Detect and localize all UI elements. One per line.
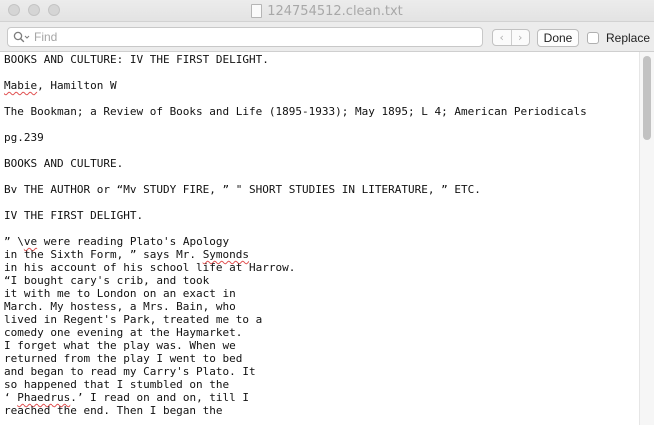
text-line: comedy one evening at the Haymarket. — [4, 326, 243, 339]
text-line: ‘ Phaedrus.’ I read on and on, till I — [4, 391, 249, 404]
find-previous-button[interactable]: ‹ — [493, 30, 511, 45]
title-wrapper: 124754512.clean.txt — [0, 0, 654, 22]
misspelled-word: Mabie — [4, 79, 38, 92]
search-field[interactable] — [7, 27, 483, 47]
text-segment: .’ I read on and on, till I — [70, 391, 250, 404]
replace-label: Replace — [606, 31, 651, 45]
misspelled-word: Phaedrus — [17, 391, 71, 404]
text-segment: , Hamilton W — [37, 79, 117, 92]
text-line: returned from the play I went to bed — [4, 352, 243, 365]
text-segment: were reading Plato's Apology — [37, 235, 230, 248]
text-line: pg.239 — [4, 131, 44, 144]
find-navigation: ‹ › — [492, 29, 530, 46]
search-icon — [13, 31, 30, 44]
search-input[interactable] — [34, 29, 474, 45]
text-line: Mabie, Hamilton W — [4, 79, 117, 92]
text-line: Bv THE AUTHOR or “Mv STUDY FIRE, ” " SHO… — [4, 183, 481, 196]
text-segment: ‘ — [4, 391, 18, 404]
replace-option[interactable]: Replace — [587, 31, 650, 45]
text-line: and began to read my Carry's Plato. It — [4, 365, 256, 378]
find-bar: ‹ › Done Replace — [0, 22, 654, 52]
misspelled-word: Symonds — [202, 248, 250, 261]
text-segment: ” \ — [4, 235, 24, 248]
text-line: I forget what the play was. When we — [4, 339, 236, 352]
text-line: “I bought cary's crib, and took — [4, 274, 210, 287]
text-line: BOOKS AND CULTURE. — [4, 157, 124, 170]
scrollbar-thumb[interactable] — [643, 56, 651, 140]
done-button[interactable]: Done — [537, 29, 579, 47]
text-line: BOOKS AND CULTURE: IV THE FIRST DELIGHT. — [4, 53, 269, 66]
misspelled-word: ve — [23, 235, 38, 248]
text-line: IV THE FIRST DELIGHT. — [4, 209, 144, 222]
replace-checkbox[interactable] — [587, 32, 599, 44]
document-icon — [251, 4, 263, 18]
title-bar: 124754512.clean.txt — [0, 0, 654, 22]
text-segment: in the Sixth Form, ” says Mr. — [4, 248, 203, 261]
text-line: reached the end. Then I began the — [4, 404, 223, 417]
text-line: lived in Regent's Park, treated me to a — [4, 313, 263, 326]
text-line: March. My hostess, a Mrs. Bain, who — [4, 300, 236, 313]
text-line: it with me to London on an exact in — [4, 287, 236, 300]
vertical-scrollbar[interactable] — [639, 52, 654, 425]
text-line: so happened that I stumbled on the — [4, 378, 230, 391]
document-text-area[interactable]: BOOKS AND CULTURE: IV THE FIRST DELIGHT.… — [0, 52, 639, 425]
text-line: The Bookman; a Review of Books and Life … — [4, 105, 587, 118]
text-line: in his account of his school life at Har… — [4, 261, 296, 274]
text-line: ” \ve were reading Plato's Apology — [4, 235, 229, 248]
find-next-button[interactable]: › — [510, 30, 530, 45]
window-title: 124754512.clean.txt — [267, 3, 403, 19]
text-line: in the Sixth Form, ” says Mr. Symonds — [4, 248, 249, 261]
